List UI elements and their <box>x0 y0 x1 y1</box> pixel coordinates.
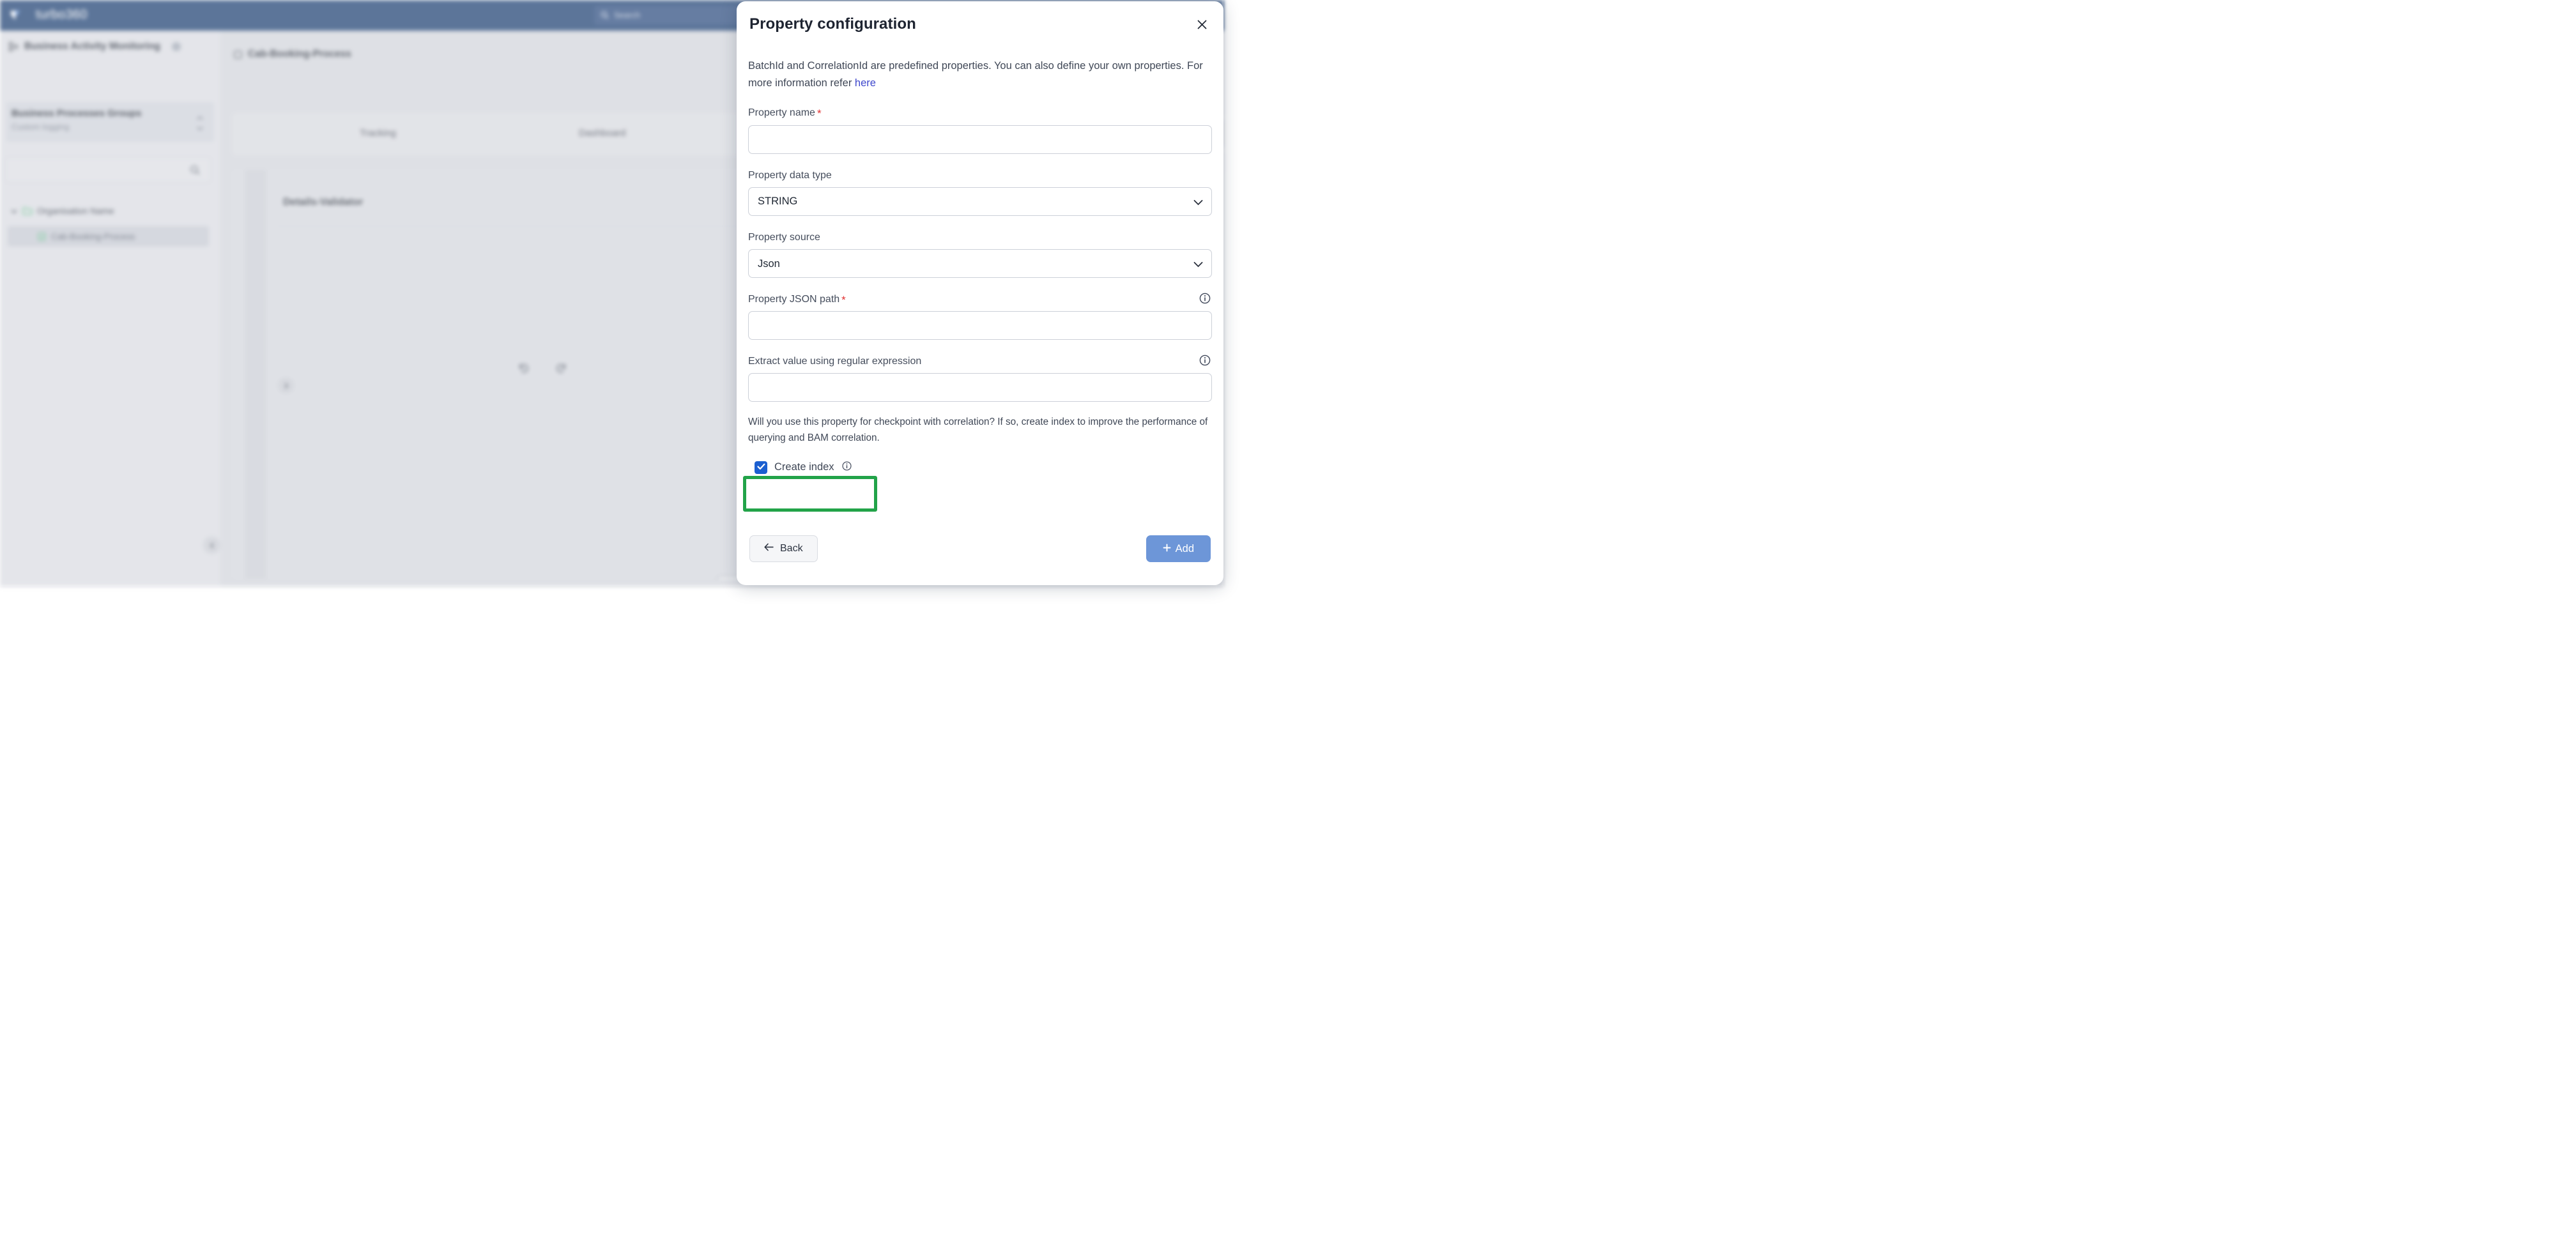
property-source-select-wrap: Json <box>748 249 1212 278</box>
field-property-json-path: Property JSON path * <box>748 293 1212 340</box>
field-extract-regex-label-row: Extract value using regular expression <box>748 355 1212 367</box>
field-property-data-type-label: Property data type <box>748 169 832 181</box>
field-property-source-label-row: Property source <box>748 231 1212 243</box>
field-property-source-label: Property source <box>748 231 820 243</box>
field-property-name: Property name * <box>748 107 1212 154</box>
property-json-path-input[interactable] <box>748 311 1212 340</box>
documentation-link[interactable]: here <box>855 77 876 89</box>
checkmark-icon <box>756 462 765 473</box>
dialog-footer: Back Add <box>737 521 1223 585</box>
create-index-checkbox-row[interactable]: Create index <box>748 455 861 480</box>
arrow-left-icon <box>764 543 774 554</box>
back-button[interactable]: Back <box>749 535 818 562</box>
required-marker: * <box>841 294 846 306</box>
info-icon[interactable] <box>1199 292 1211 305</box>
field-property-json-path-label-row: Property JSON path * <box>748 293 1212 305</box>
create-index-note: Will you use this property for checkpoin… <box>748 416 1208 444</box>
field-extract-regex-label: Extract value using regular expression <box>748 356 922 367</box>
property-name-input[interactable] <box>748 125 1212 154</box>
info-icon[interactable] <box>841 461 852 475</box>
field-property-name-label-row: Property name * <box>748 107 1212 119</box>
property-source-select[interactable]: Json <box>748 249 1212 278</box>
create-index-checkbox[interactable] <box>755 461 767 474</box>
screen: turbo360 Search Business Activity Monito… <box>0 0 2576 1252</box>
add-button[interactable]: Add <box>1146 535 1211 562</box>
back-button-label: Back <box>780 543 803 554</box>
property-data-type-select-wrap: STRING <box>748 187 1212 216</box>
extract-regex-input[interactable] <box>748 373 1212 402</box>
required-marker: * <box>816 107 822 120</box>
field-property-name-label: Property name <box>748 107 815 119</box>
field-property-source: Property source Json <box>748 231 1212 278</box>
field-property-data-type-label-row: Property data type <box>748 169 1212 181</box>
plus-icon <box>1163 543 1171 555</box>
field-property-json-path-label: Property JSON path <box>748 294 840 305</box>
annotation-highlight-box <box>743 476 877 512</box>
dialog-intro-text: BatchId and CorrelationId are predefined… <box>748 57 1212 91</box>
close-icon[interactable] <box>1193 15 1211 33</box>
dialog-title: Property configuration <box>749 15 916 33</box>
dialog-body: BatchId and CorrelationId are predefined… <box>737 49 1223 534</box>
field-property-data-type: Property data type STRING <box>748 169 1212 216</box>
property-configuration-dialog: Property configuration BatchId and Corre… <box>737 1 1223 585</box>
create-index-label: Create index <box>774 461 834 473</box>
add-button-label: Add <box>1175 542 1194 554</box>
property-data-type-select[interactable]: STRING <box>748 187 1212 216</box>
dialog-intro-sentence: BatchId and CorrelationId are predefined… <box>748 60 1203 89</box>
field-extract-regex: Extract value using regular expression <box>748 355 1212 402</box>
info-icon[interactable] <box>1199 354 1211 367</box>
dialog-header: Property configuration <box>737 1 1223 49</box>
